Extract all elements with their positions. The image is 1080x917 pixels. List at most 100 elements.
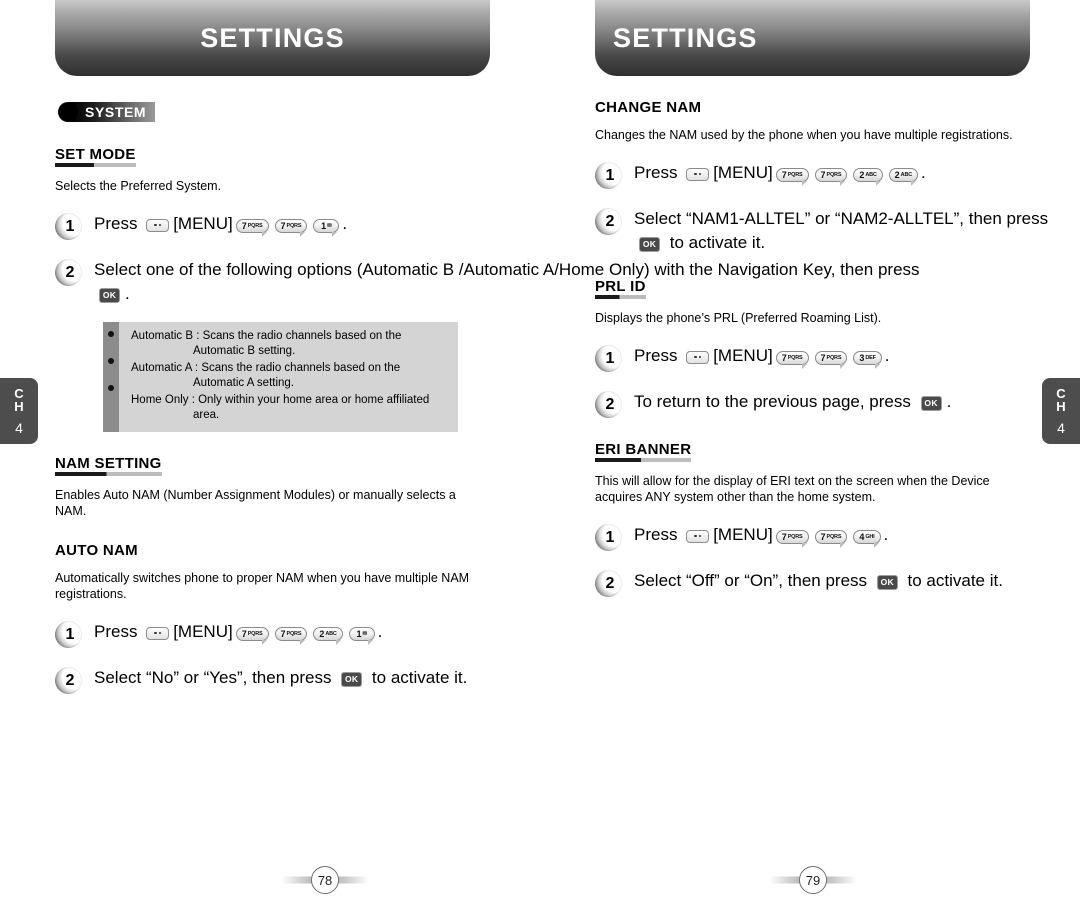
instruction-step: 1 Press [MENU] 7 PQRS 7 PQRS 3 DEF. xyxy=(595,344,1080,372)
step-number-badge: 1 xyxy=(595,345,622,372)
page-number-value: 78 xyxy=(311,866,339,894)
page-number-wing-right xyxy=(335,876,369,884)
left-page: SETTINGS SYSTEM SET MODE Selects the Pref… xyxy=(55,0,920,917)
section-description: Automatically switches phone to proper N… xyxy=(55,571,470,601)
ok-key-icon: OK xyxy=(341,671,363,687)
step-text-fragment: . xyxy=(946,392,952,411)
manual-section: NAM SETTING Enables Auto NAM (Number Assi… xyxy=(55,432,545,519)
step-text-fragment: Select “No” or “Yes”, then press xyxy=(94,668,337,687)
manual-section: PRL ID Displays the phone’s PRL (Preferre… xyxy=(595,255,1080,418)
page-title: SETTINGS xyxy=(613,22,758,53)
manual-page-spread: C H 4 C H 4 SETTINGS SYSTEM SET MODE Sele… xyxy=(0,0,1080,917)
info-box-item-label: Automatic B : Scans the radio channels b… xyxy=(131,330,402,342)
step-number: 1 xyxy=(65,625,75,643)
step-instruction-text: Press [MENU] 7 PQRS 7 PQRS 2 ABC 2 ABC. xyxy=(634,161,926,186)
step-text-fragment: Press xyxy=(634,525,683,544)
menu-key-icon xyxy=(146,218,170,232)
keypad-key-2-icon: 2 ABC xyxy=(313,627,343,645)
step-instruction-text: Select one of the following options (Aut… xyxy=(94,258,920,306)
page-number-wing-left xyxy=(281,876,315,884)
step-text-fragment: Press xyxy=(94,214,143,233)
step-number-badge: 2 xyxy=(55,259,82,286)
menu-key-icon xyxy=(146,626,170,640)
page-number-right: 79 xyxy=(753,865,873,895)
keypad-key-7-icon: 7 PQRS xyxy=(274,627,308,645)
instruction-step: 1 Press [MENU] 7 PQRS 7 PQRS 2 ABC 2 ABC. xyxy=(595,161,1080,189)
info-box-item-continuation: Automatic B setting. xyxy=(193,345,296,357)
step-instruction-text: To return to the previous page, press OK… xyxy=(634,390,951,414)
chapter-tab-left: C H 4 xyxy=(0,378,38,444)
system-badge: SYSTEM xyxy=(58,101,545,123)
info-box-item-label: Automatic A : Scans the radio channels b… xyxy=(131,362,401,374)
step-text-fragment: To return to the previous page, press xyxy=(634,392,916,411)
step-number: 1 xyxy=(65,217,75,235)
ok-key-icon: OK xyxy=(920,395,942,411)
options-info-box: Automatic B : Scans the radio channels b… xyxy=(103,322,458,432)
instruction-step: 2 Select “Off” or “On”, then press OK to … xyxy=(595,569,1080,597)
keypad-key-3-icon: 3 DEF xyxy=(853,351,882,369)
section-heading: ERI BANNER xyxy=(595,441,692,462)
instruction-step: 1 Press [MENU] 7 PQRS 7 PQRS 4 GHI. xyxy=(595,523,1080,551)
ok-key-icon: OK xyxy=(639,236,660,252)
ok-key-icon: OK xyxy=(99,287,120,303)
step-text-fragment: to activate it. xyxy=(665,233,766,252)
menu-key-icon xyxy=(686,167,710,181)
manual-section: SET MODE Selects the Preferred System. 1 Pr… xyxy=(55,123,920,432)
step-instruction-text: Select “NAM1-ALLTEL” or “NAM2-ALLTEL”, t… xyxy=(634,207,1048,255)
instruction-step: 2 Select one of the following options (Au… xyxy=(55,258,920,306)
info-box-item-continuation: area. xyxy=(193,409,220,421)
instruction-step: 1 Press [MENU] 7 PQRS 7 PQRS 2 ABC 1 ✉. xyxy=(55,620,545,648)
info-box-item: Automatic B : Scans the radio channels b… xyxy=(131,329,429,359)
keypad-key-7-icon: 7 PQRS xyxy=(814,351,848,369)
keypad-key-2-icon: 2 ABC xyxy=(853,168,883,186)
section-heading: NAM SETTING xyxy=(55,455,162,476)
menu-key-icon xyxy=(686,529,710,543)
section-description: Changes the NAM used by the phone when y… xyxy=(595,128,1013,142)
step-text-fragment: . xyxy=(125,284,130,303)
bullet-dot-icon xyxy=(58,102,78,122)
bullet-dot-icon xyxy=(108,385,114,391)
info-box-body: Automatic B : Scans the radio channels b… xyxy=(119,322,439,432)
step-number-badge: 2 xyxy=(595,391,622,418)
page-number-wing-right xyxy=(823,876,857,884)
instruction-step: 2 Select “NAM1-ALLTEL” or “NAM2-ALLTEL”, … xyxy=(595,207,1080,255)
step-text-fragment: to activate it. xyxy=(902,571,1003,590)
section-description: Displays the phone’s PRL (Preferred Roam… xyxy=(595,311,882,325)
step-number: 2 xyxy=(605,574,615,592)
section-heading: AUTO NAM xyxy=(55,542,138,559)
keypad-key-7-icon: 7 PQRS xyxy=(274,219,308,237)
step-text-fragment: [MENU] xyxy=(173,622,233,641)
keypad-key-7-icon: 7 PQRS xyxy=(775,168,809,186)
keypad-key-7-icon: 7 PQRS xyxy=(814,530,848,548)
step-instruction-text: Press [MENU] 7 PQRS 7 PQRS 2 ABC 1 ✉. xyxy=(94,620,383,645)
info-box-item: Home Only : Only within your home area o… xyxy=(131,393,429,423)
step-text-fragment: . xyxy=(377,622,383,641)
step-instruction-text: Press [MENU] 7 PQRS 7 PQRS 4 GHI. xyxy=(634,523,888,548)
menu-key-icon xyxy=(686,350,710,364)
step-number-badge: 2 xyxy=(595,208,622,235)
step-number-badge: 2 xyxy=(55,667,82,694)
keypad-key-4-icon: 4 GHI xyxy=(853,530,881,548)
right-section-list: CHANGE NAM Changes the NAM used by the ph… xyxy=(595,99,1080,597)
keypad-key-7-icon: 7 PQRS xyxy=(775,351,809,369)
section-description: Selects the Preferred System. xyxy=(55,179,222,193)
manual-section: ERI BANNER This will allow for the displa… xyxy=(595,418,1080,597)
step-text-fragment: . xyxy=(884,346,890,365)
step-number: 2 xyxy=(65,671,75,689)
step-text-fragment: . xyxy=(921,163,926,182)
step-number: 1 xyxy=(605,349,615,367)
step-instruction-text: Press [MENU] 7 PQRS 7 PQRS 3 DEF. xyxy=(634,344,890,369)
step-text-fragment: Press xyxy=(94,622,143,641)
system-badge-label: SYSTEM xyxy=(69,102,156,122)
bullet-dot-icon xyxy=(108,331,114,337)
keypad-key-2-icon: 2 ABC xyxy=(888,168,918,186)
section-description: Enables Auto NAM (Number Assignment Modu… xyxy=(55,488,456,518)
chapter-tab-number: 4 xyxy=(15,420,23,436)
step-text-fragment: Select “NAM1-ALLTEL” or “NAM2-ALLTEL”, t… xyxy=(634,209,1053,228)
info-box-item-label: Home Only : Only within your home area o… xyxy=(131,394,430,406)
step-number-badge: 1 xyxy=(55,213,82,240)
instruction-step: 2 To return to the previous page, press O… xyxy=(595,390,1080,418)
manual-section: CHANGE NAM Changes the NAM used by the ph… xyxy=(595,99,1080,255)
section-description: This will allow for the display of ERI t… xyxy=(595,474,990,504)
page-header-banner: SETTINGS xyxy=(595,0,1030,76)
